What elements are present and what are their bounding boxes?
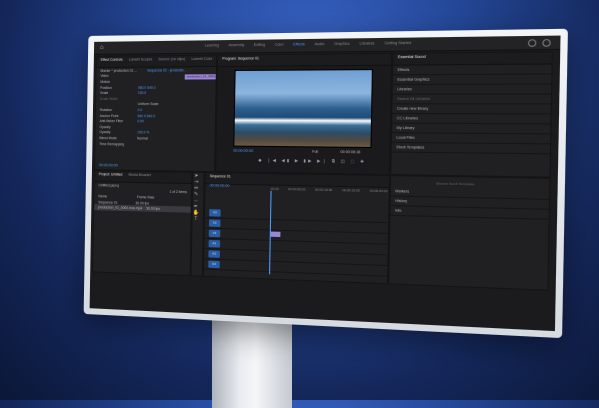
project-item-name[interactable]: Sequence 01 [98, 200, 117, 204]
workspace-tab[interactable]: Color [275, 42, 284, 46]
effect-row-label: Blend Mode [99, 136, 133, 140]
workspace-tab[interactable]: Graphics [334, 42, 349, 46]
tab-media-browser[interactable]: Media Browser [128, 173, 151, 182]
project-panel: Project: Untitled Media Browser Untitled… [92, 170, 192, 276]
column-frame-rate[interactable]: Frame Rate [137, 195, 155, 199]
blend-mode-select[interactable]: Normal [137, 136, 148, 140]
column-name[interactable]: Name [98, 194, 107, 198]
effect-row-label[interactable]: Motion [100, 80, 110, 84]
workspace-tab[interactable]: Getting Started [385, 41, 412, 46]
effect-row-value[interactable]: 100.0 [138, 91, 146, 95]
program-monitor-panel: Program: Sequence 01 00:00:00:00 Full 00… [215, 53, 392, 175]
effect-row-value[interactable]: 0.00 [137, 119, 144, 123]
ruler-tick: 00:00:05:00 [288, 187, 305, 192]
program-video-frame [233, 69, 373, 148]
track-label[interactable]: A3 [208, 261, 220, 269]
effect-row-label: Scale Width [100, 97, 134, 101]
workspace-tab[interactable]: Editing [254, 43, 265, 47]
library-search-input[interactable]: Search All Libraries [392, 94, 550, 104]
effect-row-label: Anchor Point [100, 114, 134, 118]
sequence-label[interactable]: Sequence 01 - productio... [147, 68, 186, 72]
video-clip[interactable] [270, 232, 281, 238]
effect-row-value[interactable]: 100.0 % [137, 131, 149, 135]
tab-lumetri-scopes[interactable]: Lumetri Scopes [129, 57, 153, 65]
source-label: Master * production.01 ... [101, 68, 138, 72]
transport-controls[interactable]: ◆ ❘◀ ◀▮ ▶ ▮▶ ▶❘ ⧉ ◫ ⬚ ✚ [258, 157, 366, 164]
premiere-screen: ⌂ Learning Assembly Editing Color Effect… [90, 36, 561, 332]
timeline-timecode[interactable]: 00:00:00:00 [210, 183, 230, 188]
effect-row-label: Video [100, 74, 108, 78]
panel-tab-item[interactable]: Libraries [393, 85, 551, 95]
ruler-tick: 00:00 [271, 187, 279, 191]
effect-row-label[interactable]: Opacity [100, 125, 134, 129]
type-tool-icon[interactable]: T [193, 216, 199, 222]
share-icon[interactable] [528, 39, 537, 47]
project-item-rate: 30.00 fps [135, 201, 149, 205]
project-item-name[interactable]: production_01_0000.mov.mp4 [98, 205, 142, 210]
effect-controls-panel: Effect Controls Lumetri Scopes Source: (… [94, 55, 217, 173]
tab-sequence[interactable]: Sequence 01 [210, 174, 231, 183]
track-label[interactable]: A1 [209, 240, 221, 248]
track-label[interactable]: A2 [208, 250, 220, 258]
effect-row-label: Opacity [99, 130, 133, 134]
tab-project[interactable]: Project: Untitled [99, 172, 123, 180]
workspace-tab[interactable]: Libraries [359, 41, 374, 45]
tab-essential-sound[interactable]: Essential Sound [398, 55, 426, 64]
panel-tab-item[interactable]: Essential Graphics [393, 75, 552, 85]
fit-select[interactable]: Full [312, 150, 318, 154]
stock-info-text: Browse Stock Templates [436, 181, 474, 186]
effect-row-value[interactable]: 0.0 [138, 108, 143, 112]
effect-row-label[interactable]: Time Remapping [99, 142, 133, 146]
effect-row-value[interactable]: 960.0 540.0 [137, 114, 155, 118]
uniform-scale-checkbox[interactable]: Uniform Scale [138, 102, 159, 106]
monitor: ⌂ Learning Assembly Editing Color Effect… [0, 0, 599, 400]
tab-source[interactable]: Source: (no clips) [158, 57, 185, 65]
workspace-tab[interactable]: Audio [315, 42, 325, 46]
libraries-panel: Essential Sound Effects Essential Graphi… [390, 51, 553, 178]
workspace-tab-active[interactable]: Effects [293, 42, 305, 46]
workspace-tab[interactable]: Learning [205, 43, 219, 47]
effect-row-label: Position [100, 85, 134, 89]
program-duration: 00:00:08:18 [340, 150, 360, 154]
project-path: Untitled.prproj [99, 183, 119, 187]
ruler-tick: 00:00:15:00 [342, 188, 360, 193]
track-label[interactable]: V1 [209, 230, 221, 238]
library-item[interactable]: Stock Templates [392, 143, 550, 155]
monitor-stand [212, 318, 292, 408]
workspace-tabs: Learning Assembly Editing Color Effects … [205, 41, 411, 48]
project-item-rate: 30.00 fps [146, 207, 160, 211]
effect-clip-bar[interactable]: production_01_0000.mov.mp4 [185, 74, 216, 79]
items-count: 1 of 2 items [169, 190, 186, 194]
effect-row-label: Anti-flicker Filter [100, 119, 134, 123]
ruler-tick: 00:00:10:00 [315, 188, 332, 193]
effect-row-value[interactable]: 960.0 540.0 [138, 85, 156, 89]
help-icon[interactable] [542, 39, 551, 47]
info-panel: Markers History Info Browse Stock Templa… [388, 175, 551, 291]
tab-lumetri-color[interactable]: Lumetri Color [191, 57, 212, 65]
tab-program[interactable]: Program: Sequence 01 [222, 56, 259, 65]
track-label[interactable]: V2 [209, 219, 221, 227]
top-right-icons [528, 39, 551, 47]
effect-row-label: Scale [100, 91, 134, 95]
ruler-tick: 00:00:20:00 [370, 189, 388, 194]
home-icon[interactable]: ⌂ [100, 45, 106, 51]
program-timecode[interactable]: 00:00:00:00 [233, 149, 253, 153]
effect-row-label: Rotation [100, 108, 134, 112]
effect-timecode[interactable]: 00:00:00:00 [99, 163, 118, 167]
timeline-panel: Sequence 01 00:00:00:00 00:00 00:00:05:0… [203, 172, 390, 284]
tab-effect-controls[interactable]: Effect Controls [101, 58, 123, 66]
workspace-tab[interactable]: Assembly [228, 43, 244, 47]
timeline-ruler[interactable]: 00:00 00:00:05:00 00:00:10:00 00:00:15:0… [271, 187, 388, 194]
library-item[interactable]: Create new library [392, 104, 550, 114]
track-label[interactable]: V3 [209, 209, 221, 217]
monitor-bezel: ⌂ Learning Assembly Editing Color Effect… [84, 29, 568, 338]
